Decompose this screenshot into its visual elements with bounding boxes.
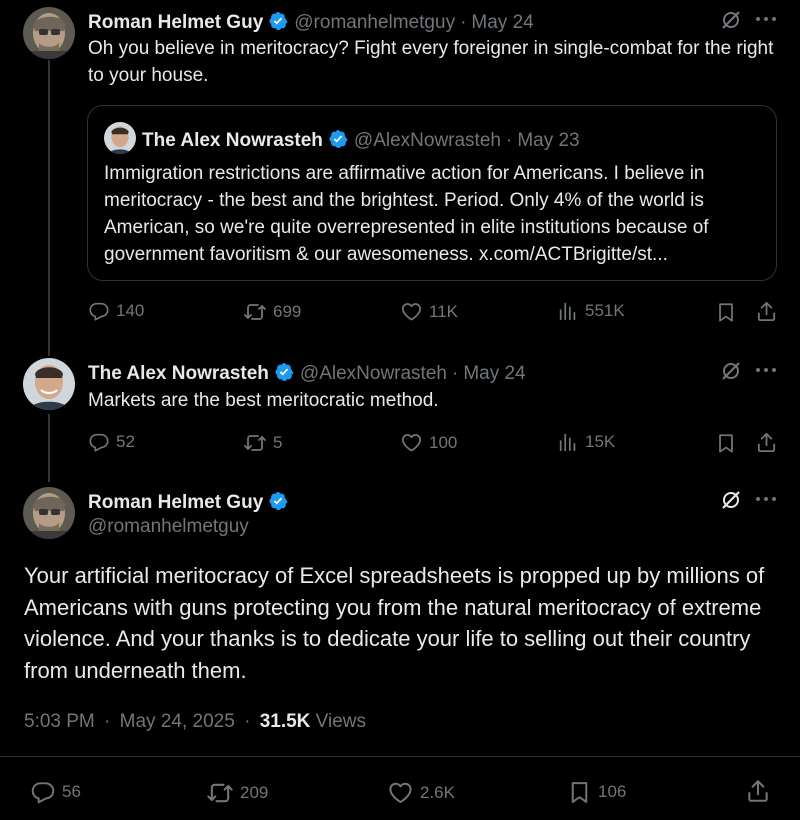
thread-line	[48, 60, 50, 356]
separator: ·	[244, 711, 251, 732]
bookmark-button[interactable]: 106	[567, 778, 626, 806]
avatar[interactable]	[23, 487, 75, 539]
share-icon	[755, 300, 778, 323]
reply-icon	[88, 431, 110, 453]
tweet-meta: 5:03 PM · May 24, 2025 · 31.5K Views	[24, 711, 366, 733]
reply-count: 140	[116, 301, 145, 320]
share-button[interactable]	[745, 778, 771, 804]
reply-icon	[30, 779, 56, 805]
view-count: 551K	[585, 301, 625, 320]
verified-badge-icon	[328, 129, 348, 149]
repost-icon	[243, 431, 267, 455]
handle: @AlexNowrasteh	[353, 130, 501, 151]
views-count: 31.5K	[259, 711, 311, 732]
separator: ·	[451, 363, 459, 384]
tweet-date[interactable]: May 24, 2025	[120, 711, 235, 732]
tweet-date: May 23	[517, 130, 580, 151]
divider	[0, 756, 800, 757]
like-count: 2.6K	[420, 782, 455, 802]
separator: ·	[104, 711, 111, 732]
avatar[interactable]	[23, 7, 75, 59]
reply-count: 52	[116, 432, 135, 451]
verified-badge-icon	[274, 362, 294, 382]
like-button[interactable]: 11K	[400, 300, 458, 323]
like-count: 100	[429, 432, 458, 452]
reply-button[interactable]: 56	[30, 779, 81, 805]
separator: ·	[460, 12, 467, 33]
views-label: Views	[315, 711, 367, 732]
tweet-header: Roman Helmet Guy @romanhelmetguy · May 2…	[88, 8, 534, 34]
tweet-header: The Alex Nowrasteh @AlexNowrasteh · May …	[88, 359, 526, 385]
like-button[interactable]: 2.6K	[387, 779, 455, 806]
views-icon	[557, 431, 579, 453]
thread-line	[48, 414, 50, 482]
views-button[interactable]: 551K	[557, 300, 625, 322]
quoted-text: Immigration restrictions are affirmative…	[104, 163, 709, 265]
handle[interactable]: @romanhelmetguy	[294, 12, 455, 34]
views-button[interactable]: 15K	[557, 431, 615, 453]
more-icon[interactable]	[756, 17, 776, 23]
repost-button[interactable]: 699	[243, 300, 301, 324]
share-icon	[745, 778, 771, 804]
reply-button[interactable]: 52	[88, 431, 135, 453]
tweet-time[interactable]: 5:03 PM	[24, 711, 95, 732]
like-icon	[387, 779, 414, 806]
grok-icon[interactable]	[719, 8, 743, 32]
bookmark-icon	[715, 431, 737, 455]
repost-icon	[243, 300, 267, 324]
repost-count: 699	[273, 302, 302, 321]
views-icon	[557, 300, 579, 322]
repost-icon	[206, 779, 234, 807]
quoted-header: The Alex Nowrasteh @AlexNowrasteh · May …	[142, 126, 580, 152]
share-icon	[755, 431, 778, 454]
handle[interactable]: @AlexNowrasteh	[300, 363, 447, 385]
reply-button[interactable]: 140	[88, 300, 144, 322]
handle[interactable]: @romanhelmetguy	[88, 516, 249, 538]
grok-icon[interactable]	[719, 488, 743, 512]
share-button[interactable]	[755, 300, 778, 323]
tweet-date[interactable]: May 24	[463, 363, 525, 385]
verified-badge-icon	[268, 11, 288, 31]
tweet-date[interactable]: May 24	[471, 12, 533, 34]
bookmark-button[interactable]	[715, 431, 737, 455]
bookmark-icon	[715, 300, 737, 324]
display-name[interactable]: Roman Helmet Guy	[88, 492, 263, 514]
display-name[interactable]: Roman Helmet Guy	[88, 12, 263, 34]
display-name: The Alex Nowrasteh	[142, 130, 323, 151]
repost-count: 209	[240, 783, 269, 802]
more-icon[interactable]	[756, 368, 776, 374]
bookmark-icon	[567, 778, 592, 806]
avatar	[104, 122, 136, 154]
grok-icon[interactable]	[719, 359, 743, 383]
quoted-tweet[interactable]: The Alex Nowrasteh @AlexNowrasteh · May …	[87, 105, 777, 281]
more-icon[interactable]	[756, 497, 776, 503]
tweet-header: Roman Helmet Guy	[88, 488, 294, 514]
repost-button[interactable]: 209	[206, 779, 268, 807]
separator: ·	[505, 130, 513, 151]
bookmark-button[interactable]	[715, 300, 737, 324]
like-count: 11K	[429, 301, 458, 321]
repost-button[interactable]: 5	[243, 431, 282, 455]
tweet-text: Oh you believe in meritocracy? Fight eve…	[88, 38, 774, 86]
like-icon	[400, 431, 423, 454]
avatar[interactable]	[23, 358, 75, 410]
like-icon	[400, 300, 423, 323]
verified-badge-icon	[268, 491, 288, 511]
tweet-text: Markets are the best meritocratic method…	[88, 390, 439, 411]
display-name[interactable]: The Alex Nowrasteh	[88, 363, 269, 385]
view-count: 15K	[585, 432, 616, 451]
like-button[interactable]: 100	[400, 431, 457, 454]
reply-count: 56	[62, 782, 81, 801]
main-tweet-text: Your artificial meritocracy of Excel spr…	[24, 563, 765, 683]
share-button[interactable]	[755, 431, 778, 454]
reply-icon	[88, 300, 110, 322]
bookmark-count: 106	[598, 782, 627, 801]
repost-count: 5	[273, 433, 283, 452]
